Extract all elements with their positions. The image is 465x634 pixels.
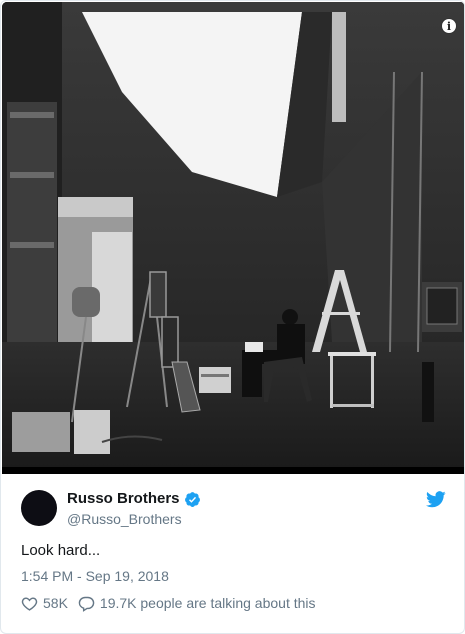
author-name-row[interactable]: Russo Brothers [67, 489, 201, 509]
tweet-timestamp[interactable]: 1:54 PM - Sep 19, 2018 [21, 567, 169, 585]
embedded-tweet-card: i Russo Brothers @Russo_Brothers Look ha… [0, 0, 465, 634]
tweet-header: Russo Brothers @Russo_Brothers [21, 489, 446, 529]
conversation-action[interactable]: 19.7K people are talking about this [78, 595, 316, 612]
verified-badge-icon [184, 491, 200, 507]
tweet-photo[interactable]: i [2, 2, 464, 474]
author-display-name[interactable]: Russo Brothers [67, 489, 180, 509]
like-count: 58K [43, 595, 68, 611]
tweet-actions: 58K 19.7K people are talking about this [21, 593, 316, 613]
like-action[interactable]: 58K [21, 595, 68, 612]
tweet-text: Look hard... [21, 542, 101, 559]
avatar[interactable] [21, 490, 57, 526]
heart-icon [21, 596, 38, 611]
conversation-text: 19.7K people are talking about this [99, 595, 316, 611]
speech-bubble-icon [78, 596, 95, 612]
twitter-bird-icon[interactable] [426, 491, 446, 508]
info-icon[interactable]: i [441, 18, 457, 34]
author-screen-name[interactable]: @Russo_Brothers [67, 510, 182, 528]
film-set-photo [2, 2, 464, 474]
